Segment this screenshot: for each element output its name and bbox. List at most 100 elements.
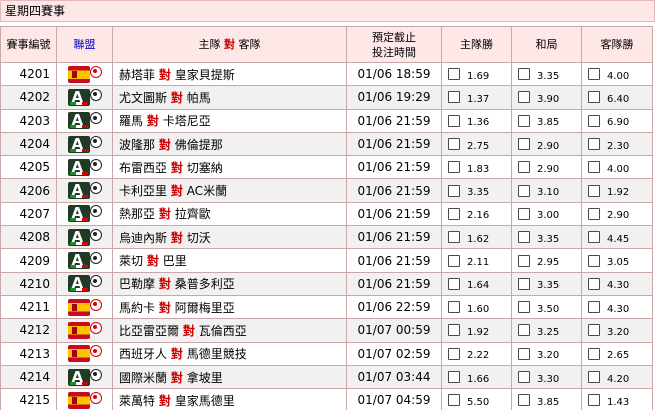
table-row: 4206卡利亞里 對 AC米蘭01/06 21:593.353.101.92 xyxy=(0,178,653,203)
home-win-cell: 5.50 xyxy=(441,388,512,410)
draw-checkbox[interactable] xyxy=(518,231,530,244)
away-win-cell: 4.20 xyxy=(581,364,653,390)
home-win-checkbox[interactable] xyxy=(448,277,460,290)
draw-checkbox[interactable] xyxy=(518,184,530,197)
draw-cell: 2.95 xyxy=(511,248,582,273)
draw-checkbox[interactable] xyxy=(518,371,530,383)
away-win-checkbox[interactable] xyxy=(588,161,600,174)
vs-label: 對 xyxy=(170,347,183,362)
home-win-cell: 2.22 xyxy=(441,341,512,366)
away-win-checkbox[interactable] xyxy=(588,68,600,81)
away-win-checkbox[interactable] xyxy=(588,207,600,220)
away-win-checkbox[interactable] xyxy=(588,254,600,267)
match-number: 4214 xyxy=(0,364,57,390)
table-row: 4212 比亞雷亞爾 對 瓦倫西亞 01/07 00:59 1.92 3.25 3.20 xyxy=(0,318,653,343)
col-header-kickoff: 預定截止 投注時間 xyxy=(346,26,442,63)
match-number: 4213 xyxy=(0,341,57,366)
match-number: 4202 xyxy=(0,85,57,110)
home-win-checkbox[interactable] xyxy=(448,68,460,81)
draw-checkbox[interactable] xyxy=(518,301,530,314)
draw-odds: 3.30 xyxy=(537,373,560,385)
away-win-cell: 4.00 xyxy=(581,61,653,87)
serie-a-icon xyxy=(67,158,102,176)
away-win-checkbox[interactable] xyxy=(588,371,600,383)
kickoff-time: 01/06 21:59 xyxy=(346,131,442,157)
away-win-checkbox[interactable] xyxy=(588,138,600,151)
draw-checkbox[interactable] xyxy=(518,161,530,174)
match-teams: 卡利亞里 對 AC米蘭 xyxy=(112,178,347,203)
home-win-cell: 2.11 xyxy=(441,248,512,273)
away-win-checkbox[interactable] xyxy=(588,277,600,290)
draw-odds: 3.85 xyxy=(537,396,560,408)
match-teams: 波隆那 對 佛倫提那 xyxy=(112,131,347,157)
away-win-odds: 4.00 xyxy=(607,70,630,82)
home-win-checkbox[interactable] xyxy=(448,254,460,267)
away-win-checkbox[interactable] xyxy=(588,301,600,314)
vs-label: 對 xyxy=(158,137,171,152)
match-teams: 國際米蘭 對 拿坡里 xyxy=(112,364,347,390)
away-win-odds: 4.30 xyxy=(607,280,630,292)
col-header-match-no: 賽事編號 xyxy=(0,26,57,63)
match-number: 4207 xyxy=(0,201,57,227)
kickoff-time: 01/07 03:44 xyxy=(346,364,442,390)
away-win-checkbox[interactable] xyxy=(588,347,600,360)
home-win-checkbox[interactable] xyxy=(448,324,460,337)
draw-cell: 3.85 xyxy=(511,108,582,133)
draw-checkbox[interactable] xyxy=(518,138,530,151)
home-team: 萊切 xyxy=(119,254,144,269)
draw-checkbox[interactable] xyxy=(518,114,530,127)
serie-a-icon xyxy=(67,135,102,153)
draw-cell: 3.10 xyxy=(511,178,582,203)
home-win-checkbox[interactable] xyxy=(448,347,460,360)
home-win-checkbox[interactable] xyxy=(448,161,460,174)
draw-checkbox[interactable] xyxy=(518,254,530,267)
kickoff-time: 01/06 21:59 xyxy=(346,108,442,133)
match-number: 4203 xyxy=(0,108,57,133)
table-row: 4215 萊萬特 對 皇家馬德里 01/07 04:59 5.50 3.85 1.43 xyxy=(0,388,653,410)
away-win-checkbox[interactable] xyxy=(588,324,600,337)
table-row: 4209萊切 對 巴里01/06 21:592.112.953.05 xyxy=(0,248,653,273)
home-win-checkbox[interactable] xyxy=(448,114,460,127)
home-win-cell: 1.69 xyxy=(441,61,512,87)
football-icon xyxy=(89,275,102,288)
home-win-checkbox[interactable] xyxy=(448,301,460,314)
match-teams: 巴勒摩 對 桑普多利亞 xyxy=(112,271,347,296)
col-header-teams: 主隊 對 客隊 xyxy=(112,26,347,63)
match-teams: 羅馬 對 卡塔尼亞 xyxy=(112,108,347,133)
vs-label: 對 xyxy=(146,254,159,269)
vs-label: 對 xyxy=(170,370,183,385)
draw-checkbox[interactable] xyxy=(518,324,530,337)
draw-cell: 3.90 xyxy=(511,85,582,110)
home-win-checkbox[interactable] xyxy=(448,394,460,407)
col-header-home: 主隊 xyxy=(198,38,221,51)
draw-checkbox[interactable] xyxy=(518,91,530,104)
vs-label: 對 xyxy=(170,184,183,199)
draw-checkbox[interactable] xyxy=(518,394,530,407)
page: 星期四賽事 賽事編號 聯盟 主隊 對 客隊 預定截止 投注時間 主隊勝 和局 客隊… xyxy=(0,0,655,410)
away-win-checkbox[interactable] xyxy=(588,184,600,197)
home-win-cell: 1.66 xyxy=(441,364,512,390)
draw-checkbox[interactable] xyxy=(518,207,530,220)
football-icon xyxy=(89,298,102,311)
table-row: 4210巴勒摩 對 桑普多利亞01/06 21:591.643.354.30 xyxy=(0,271,653,296)
draw-checkbox[interactable] xyxy=(518,347,530,360)
away-win-checkbox[interactable] xyxy=(588,394,600,407)
draw-checkbox[interactable] xyxy=(518,68,530,81)
home-win-checkbox[interactable] xyxy=(448,91,460,104)
home-win-checkbox[interactable] xyxy=(448,138,460,151)
draw-odds: 2.90 xyxy=(537,163,560,175)
home-win-checkbox[interactable] xyxy=(448,207,460,220)
away-win-checkbox[interactable] xyxy=(588,91,600,104)
home-win-checkbox[interactable] xyxy=(448,231,460,244)
away-win-odds: 6.40 xyxy=(607,93,630,105)
football-icon xyxy=(89,345,102,358)
home-win-cell: 1.36 xyxy=(441,108,512,133)
home-win-odds: 1.36 xyxy=(467,117,490,129)
away-win-checkbox[interactable] xyxy=(588,231,600,244)
football-icon xyxy=(89,112,102,125)
home-win-checkbox[interactable] xyxy=(448,184,460,197)
spain-flag-icon xyxy=(67,298,102,316)
home-win-checkbox[interactable] xyxy=(448,371,460,383)
draw-checkbox[interactable] xyxy=(518,277,530,290)
away-win-checkbox[interactable] xyxy=(588,114,600,127)
